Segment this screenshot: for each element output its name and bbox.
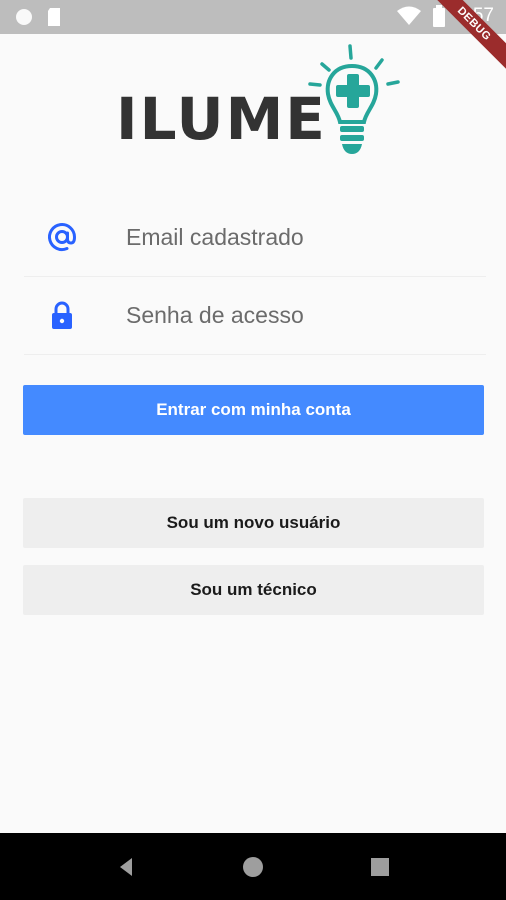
password-row [24,276,486,355]
email-row [24,198,486,277]
status-bar: 2:57 DEBUG [0,0,506,73]
technician-button[interactable]: Sou um técnico [23,565,484,615]
password-input[interactable] [124,294,468,336]
status-left-icons [14,7,62,27]
login-button[interactable]: Entrar com minha conta [23,385,484,435]
circle-icon [16,9,32,25]
email-input[interactable] [124,216,468,258]
battery-icon [433,5,446,27]
lock-icon [52,301,72,329]
app-logo: ILUME [116,40,406,160]
back-icon[interactable] [114,855,138,879]
recents-icon[interactable] [368,855,392,879]
lightbulb-plus-icon [308,44,400,154]
at-sign-icon [48,223,77,252]
sim-card-icon [48,8,60,26]
wifi-icon [397,6,422,25]
new-user-button[interactable]: Sou um novo usuário [23,498,484,548]
system-nav-bar [0,833,506,900]
home-icon[interactable] [241,855,265,879]
logo-text: ILUME [116,85,327,153]
